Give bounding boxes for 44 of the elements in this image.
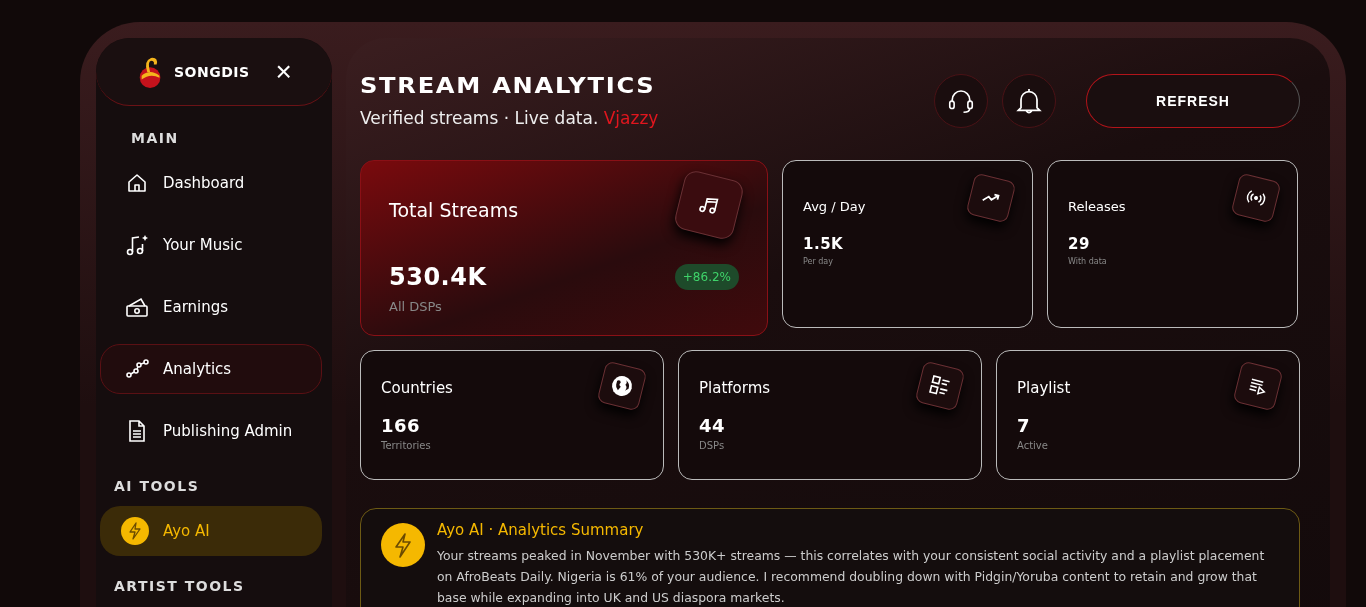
stat-note: With data: [1068, 257, 1108, 266]
page-subtitle: Verified streams · Live data.: [360, 108, 599, 128]
graph-icon: [125, 357, 149, 381]
nav-item[interactable]: Dashboard: [100, 158, 322, 208]
refresh-button[interactable]: REFRESH: [1086, 74, 1300, 128]
stat-label: Playlist: [1017, 379, 1071, 397]
close-button[interactable]: ×: [271, 57, 296, 86]
brand-name: SONGDIS: [174, 63, 250, 80]
nav-item[interactable]: Analytics: [100, 344, 322, 394]
stat-note: Per day: [803, 257, 834, 266]
stat-note: DSPs: [699, 440, 726, 451]
stat-value: 166: [381, 415, 421, 436]
section-heading: ARTIST TOOLS: [114, 578, 246, 594]
stat-label: Total Streams: [389, 199, 519, 221]
stat-label: Avg / Day: [803, 199, 866, 214]
stat-note: Territories: [381, 440, 432, 451]
nav-item[interactable]: Ayo AI: [100, 506, 322, 556]
section-heading: MAIN: [131, 130, 180, 146]
home-icon: [125, 171, 149, 195]
lightning-icon: [121, 517, 149, 545]
stat-value: 7: [1017, 415, 1031, 436]
stat-note: All DSPs: [389, 299, 443, 314]
stat-value: 1.5K: [803, 235, 844, 253]
nav-item[interactable]: Publishing Admin: [100, 406, 322, 456]
nav-item[interactable]: Earnings: [100, 282, 322, 332]
stat-note: Active: [1017, 440, 1049, 451]
change-badge: +86.2%: [674, 264, 739, 290]
stat-label: Releases: [1068, 199, 1126, 214]
lightning-icon: [381, 523, 425, 567]
section-heading: AI TOOLS: [114, 478, 201, 494]
cash-icon: [125, 295, 149, 319]
page-title: STREAM ANALYTICS: [360, 74, 657, 98]
summary-text: Your streams peaked in November with 530K+ streams — this correlates with your consistent social activity and a playlist placement on AfroBeats Daily. Nigeria is 61% of your audience. I recommend doubling down with Pidgin/Yoruba content to retain and grow that base while expanding into UK and US diaspora markets.: [437, 547, 1266, 607]
music-note-icon: [125, 233, 149, 257]
stat-value: 29: [1068, 235, 1090, 253]
nav-item[interactable]: Your Music: [100, 220, 322, 270]
stat-label: Countries: [381, 379, 453, 397]
support-button[interactable]: [934, 74, 988, 128]
stat-label: Platforms: [699, 379, 771, 397]
artist-name: Vjazzy: [603, 108, 659, 128]
summary-title: Ayo AI · Analytics Summary: [437, 521, 645, 539]
notifications-button[interactable]: [1002, 74, 1056, 128]
stat-value: 530.4K: [389, 263, 487, 291]
stat-value: 44: [699, 415, 726, 436]
